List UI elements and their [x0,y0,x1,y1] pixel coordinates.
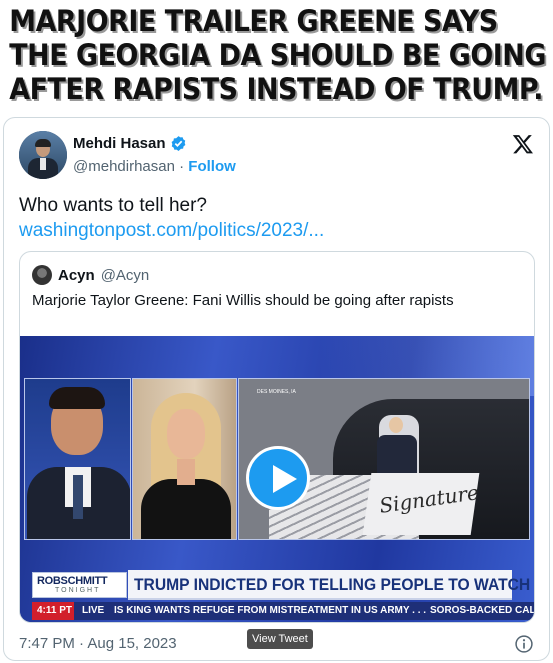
caption-line-2: THE GEORGIA DA SHOULD BE GOING [9,38,546,72]
view-tweet-tooltip: View Tweet [247,629,313,649]
handle[interactable]: @mehdirhasan [73,158,175,175]
quote-handle[interactable]: @Acyn [101,267,150,284]
display-name[interactable]: Mehdi Hasan [73,135,166,152]
separator: · [174,158,189,175]
quoted-tweet[interactable]: Acyn @Acyn Marjorie Taylor Greene: Fani … [19,251,535,623]
tweet-text: Who wants to tell her? [19,195,207,216]
live-label: LIVE [82,605,105,616]
news-lower-third: ROBSCHMITT TONIGHT TRUMP INDICTED FOR TE… [20,568,535,622]
play-button[interactable] [246,446,310,510]
ticker-text-2: SOROS-BACKED CAL [430,605,535,616]
ticker-text: IS KING WANTS REFUGE FROM MISTREATMENT I… [114,605,427,616]
show-logo-subtitle: TONIGHT [55,587,101,594]
name-row: Mehdi Hasan [73,135,187,152]
meme-caption: MARJORIE TRAILER GREENE SAYS THE GEORGIA… [0,0,546,112]
tweet-header: Mehdi Hasan @mehdirhasan · Follow [19,131,534,181]
handle-row: @mehdirhasan · Follow [73,158,236,175]
broadcast-time: 4:11 PT [37,605,73,616]
show-logo: ROBSCHMITT TONIGHT [32,572,127,598]
tooltip-text: View Tweet [252,633,308,645]
avatar[interactable] [19,131,67,179]
quote-display-name[interactable]: Acyn [58,267,95,284]
news-ticker: 4:11 PT LIVE IS KING WANTS REFUGE FROM M… [32,602,535,620]
tweet-card[interactable]: Mehdi Hasan @mehdirhasan · Follow Who wa… [3,117,550,661]
video-panel-guest [132,378,237,540]
verified-badge-icon [171,136,185,151]
headline-bar: TRUMP INDICTED FOR TELLING PEOPLE TO WAT… [128,570,534,600]
follow-button[interactable]: Follow [188,158,236,175]
caption-line-1: MARJORIE TRAILER GREENE SAYS [9,4,498,38]
show-logo-text: ROBSCHMITT [37,575,108,587]
video-panel-host [24,378,131,540]
quote-text: Marjorie Taylor Greene: Fani Willis shou… [32,292,454,309]
location-tag: DES MOINES, IA [257,389,296,395]
time-chip: 4:11 PT [32,602,74,620]
tweet-timestamp[interactable]: 7:47 PM · Aug 15, 2023 [19,635,177,652]
headline-text: TRUMP INDICTED FOR TELLING PEOPLE TO WAT… [134,575,534,594]
quote-avatar[interactable] [32,265,52,285]
info-icon[interactable] [514,634,534,654]
tweet-link[interactable]: washingtonpost.com/politics/2023/... [19,219,324,243]
x-logo-icon[interactable] [512,133,534,155]
video-player[interactable]: Signature DES MOINES, IA ROBSCHMITT TONI… [20,336,535,622]
caption-line-3: AFTER RAPISTS INSTEAD OF TRUMP. [9,72,543,106]
play-icon [273,465,297,493]
quote-header: Acyn @Acyn [32,265,149,285]
